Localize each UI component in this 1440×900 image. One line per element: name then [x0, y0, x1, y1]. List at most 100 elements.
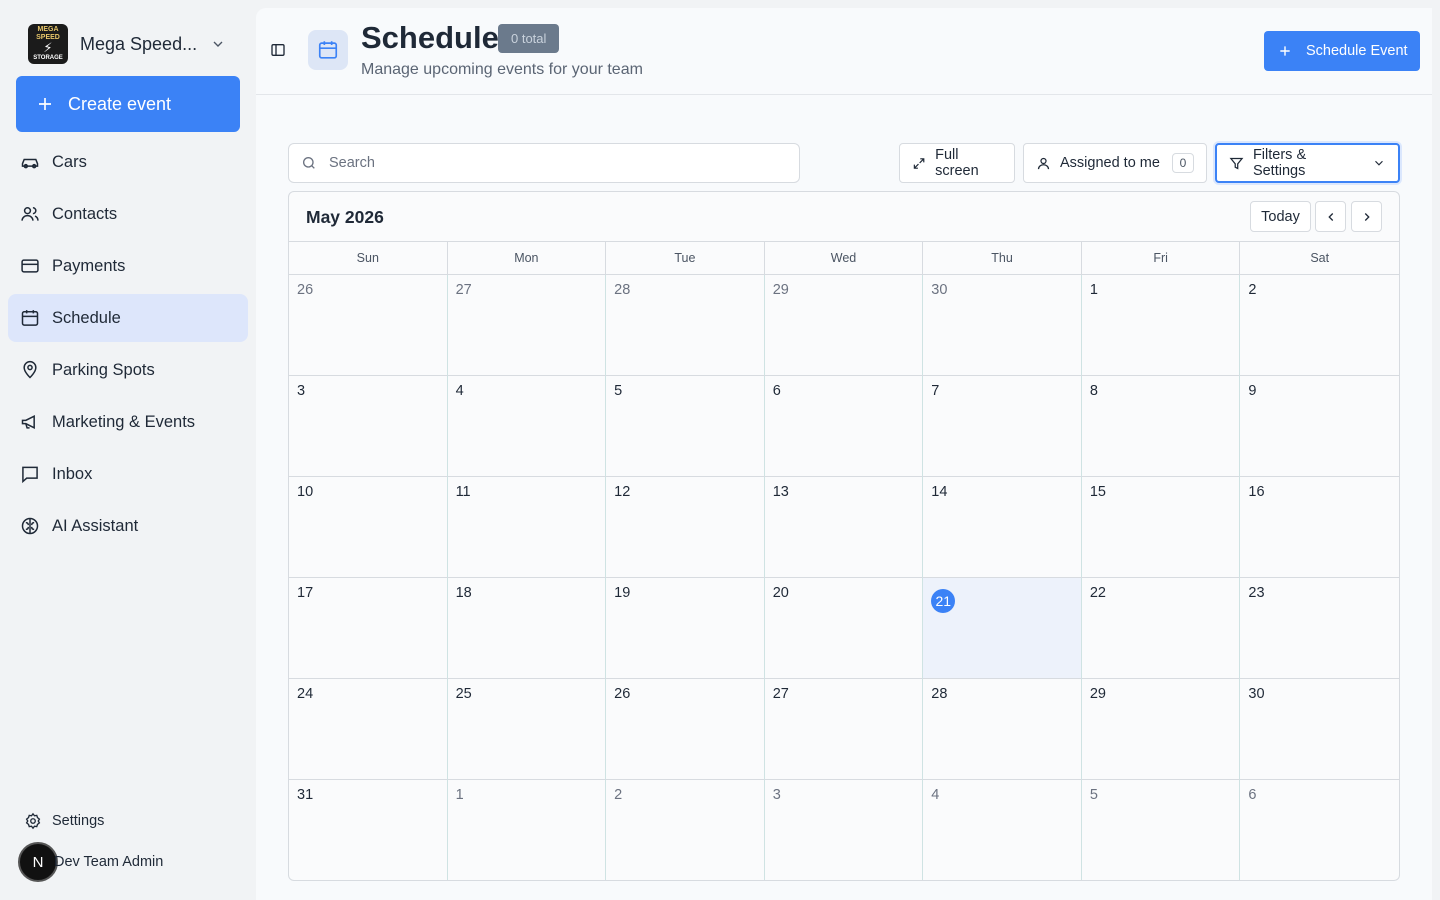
sidebar-item-payments[interactable]: Payments [8, 242, 248, 290]
day-cell[interactable]: 6 [1240, 780, 1399, 880]
chevron-left-icon [1327, 212, 1333, 221]
day-cell[interactable]: 3 [289, 376, 448, 477]
day-number: 25 [455, 686, 472, 702]
weekday-label: Sat [1310, 251, 1330, 265]
day-cell[interactable]: 7 [923, 376, 1082, 477]
sidebar-item-ai-assistant[interactable]: AI Assistant [8, 502, 248, 550]
day-number: 14 [931, 484, 948, 500]
sidebar: MEGA SPEED ⚡ STORAGE Mega Speed... Creat… [0, 0, 256, 900]
day-cell[interactable]: 4 [447, 376, 607, 477]
day-cell[interactable]: 30 [1240, 679, 1399, 780]
day-number: 6 [1248, 787, 1257, 803]
sidebar-item-schedule[interactable]: Schedule [8, 294, 248, 342]
day-cell[interactable]: 18 [447, 578, 607, 679]
day-cell[interactable]: 13 [764, 477, 924, 578]
search-box [288, 143, 800, 183]
day-number: 1 [455, 787, 464, 803]
day-cell[interactable]: 6 [764, 376, 924, 477]
day-number: 4 [455, 383, 464, 399]
assigned-count-badge: 0 [1171, 153, 1194, 173]
day-cell[interactable]: 2 [606, 780, 765, 880]
settings-link[interactable]: Settings [24, 812, 104, 830]
day-cell[interactable]: 17 [289, 578, 448, 679]
main-content: Schedule 0 total Manage upcoming events … [256, 8, 1432, 900]
day-number: 26 [614, 686, 631, 702]
day-cell[interactable]: 8 [1081, 376, 1241, 477]
create-event-button[interactable]: Create event [16, 76, 240, 132]
day-cell[interactable]: 5 [1082, 780, 1241, 880]
day-number: 3 [297, 383, 306, 399]
day-number: 27 [455, 282, 472, 298]
day-cell[interactable]: 22 [1081, 578, 1241, 679]
sidebar-item-parking-spots[interactable]: Parking Spots [8, 346, 248, 394]
day-cell[interactable]: 28 [923, 679, 1082, 780]
sidebar-item-marketing-events[interactable]: Marketing & Events [8, 398, 248, 446]
filters-settings-button[interactable]: Filters & Settings [1215, 143, 1400, 183]
sidebar-item-label: Schedule [52, 308, 121, 327]
workspace-name: Mega Speed... [80, 33, 198, 54]
day-number: 31 [297, 787, 314, 803]
day-cell[interactable]: 12 [606, 477, 765, 578]
day-cell[interactable]: 20 [764, 578, 924, 679]
day-cell[interactable]: 26 [289, 275, 448, 376]
day-number: 12 [614, 484, 631, 500]
sidebar-toggle-icon[interactable] [270, 42, 286, 58]
day-cell-today[interactable]: 21 [923, 578, 1082, 679]
day-cell[interactable]: 4 [923, 780, 1082, 880]
calendar-grid: 26 27 28 29 30 1 2 3 4 5 6 7 8 9 10 11 12 13 14 15 16 17 18 19 2… [289, 275, 1399, 880]
day-cell[interactable]: 3 [765, 780, 924, 880]
day-number: 29 [1089, 686, 1106, 702]
sidebar-item-contacts[interactable]: Contacts [8, 190, 248, 238]
day-cell[interactable]: 24 [289, 679, 448, 780]
day-cell[interactable]: 10 [289, 477, 448, 578]
day-cell[interactable]: 25 [447, 679, 607, 780]
day-cell[interactable]: 2 [1240, 275, 1399, 376]
today-button[interactable]: Today [1250, 201, 1311, 232]
day-cell[interactable]: 5 [606, 376, 765, 477]
user-icon [1037, 157, 1050, 169]
day-cell[interactable]: 9 [1240, 376, 1399, 477]
day-number: 30 [931, 282, 948, 298]
day-cell[interactable]: 14 [923, 477, 1082, 578]
sidebar-item-label: Marketing & Events [52, 412, 196, 431]
day-cell[interactable]: 1 [448, 780, 607, 880]
prev-month-button[interactable] [1315, 201, 1346, 232]
user-menu[interactable]: N Dev Team Admin [18, 842, 163, 882]
day-cell[interactable]: 29 [764, 275, 924, 376]
avatar: N [18, 842, 58, 882]
day-cell[interactable]: 31 [289, 780, 448, 880]
day-cell[interactable]: 27 [447, 275, 607, 376]
search-input[interactable] [329, 155, 769, 171]
day-cell[interactable]: 27 [764, 679, 924, 780]
full-screen-label: Full screen [935, 147, 979, 179]
full-screen-button[interactable]: Full screen [899, 143, 1015, 183]
day-cell[interactable]: 29 [1081, 679, 1241, 780]
day-cell[interactable]: 11 [447, 477, 607, 578]
weekday-label: Mon [448, 242, 607, 274]
day-number: 17 [297, 585, 314, 601]
day-number: 9 [1248, 383, 1257, 399]
day-number: 27 [772, 686, 789, 702]
day-cell[interactable]: 26 [606, 679, 765, 780]
day-number: 3 [772, 787, 781, 803]
day-cell[interactable]: 16 [1240, 477, 1399, 578]
day-cell[interactable]: 23 [1240, 578, 1399, 679]
sidebar-item-inbox[interactable]: Inbox [8, 450, 248, 498]
day-number: 2 [1248, 282, 1257, 298]
day-cell[interactable]: 15 [1081, 477, 1241, 578]
assigned-to-me-button[interactable]: Assigned to me 0 [1023, 143, 1207, 183]
sidebar-item-cars[interactable]: Cars [8, 138, 248, 186]
day-cell[interactable]: 1 [1081, 275, 1241, 376]
day-cell[interactable]: 28 [606, 275, 765, 376]
day-number: 19 [614, 585, 631, 601]
credit-card-icon [21, 259, 39, 273]
schedule-event-button[interactable]: Schedule Event [1264, 31, 1420, 71]
weekday-label: Wed [765, 242, 924, 274]
message-square-icon [22, 466, 38, 484]
day-cell[interactable]: 30 [923, 275, 1082, 376]
car-icon [21, 158, 39, 169]
next-month-button[interactable] [1351, 201, 1382, 232]
workspace-switcher[interactable]: MEGA SPEED ⚡ STORAGE Mega Speed... [28, 24, 240, 64]
day-cell[interactable]: 19 [606, 578, 765, 679]
day-number: 5 [1089, 787, 1098, 803]
